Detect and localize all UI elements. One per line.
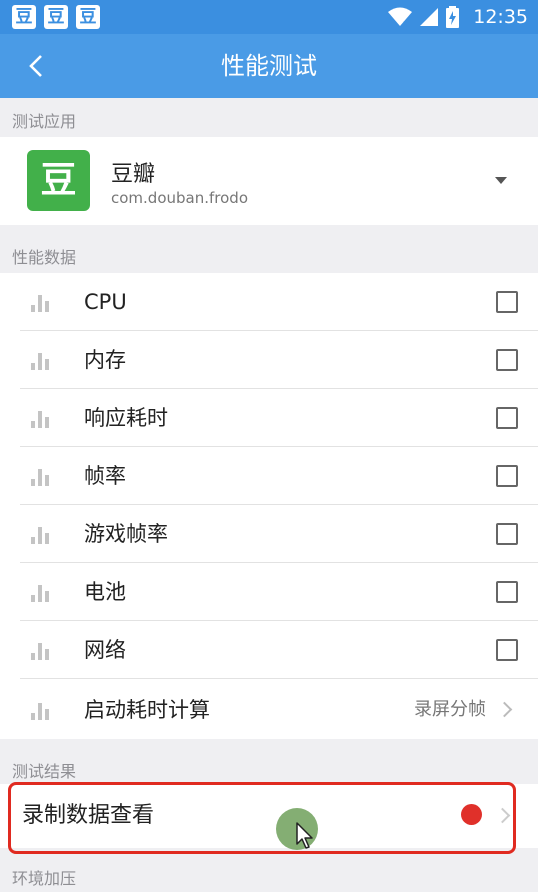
chevron-left-icon: [29, 55, 42, 77]
divider: [20, 678, 538, 679]
app-package: com.douban.frodo: [111, 189, 248, 207]
svg-text:x: x: [403, 19, 408, 27]
startup-value: 录屏分帧: [414, 699, 486, 720]
section-label-env-pressure: 环境加压: [12, 869, 77, 888]
douban-app-icon: 豆: [27, 150, 90, 211]
douban-notification-icon: 豆: [44, 5, 68, 29]
wifi-icon: x: [388, 7, 413, 27]
triangle-down-icon[interactable]: [495, 177, 507, 184]
metric-label: 内存: [84, 348, 126, 372]
metric-checkbox[interactable]: [496, 407, 518, 429]
highlight-box: [8, 782, 516, 854]
metric-label: 游戏帧率: [84, 522, 168, 546]
section-label-performance-data: 性能数据: [12, 248, 77, 267]
section-label-test-app: 测试应用: [12, 112, 77, 131]
metric-row-response-time[interactable]: 响应耗时: [0, 389, 538, 447]
back-button[interactable]: [14, 46, 58, 86]
douban-notification-icon: 豆: [76, 5, 100, 29]
bar-chart-icon: [31, 702, 53, 720]
metric-label: 帧率: [84, 464, 126, 488]
page-title: 性能测试: [221, 52, 317, 80]
metric-label: CPU: [84, 290, 127, 314]
app-name: 豆瓣: [111, 162, 156, 187]
status-bar: 豆 豆 豆 x 12:35: [0, 0, 538, 34]
metric-checkbox[interactable]: [496, 581, 518, 603]
bar-chart-icon: [31, 410, 53, 428]
chevron-right-icon: [496, 701, 513, 718]
metric-row-frame-rate[interactable]: 帧率: [0, 447, 538, 505]
metric-label: 响应耗时: [84, 406, 168, 430]
battery-charging-icon: [446, 6, 460, 28]
app-bar: 性能测试: [0, 34, 538, 98]
metric-row-battery[interactable]: 电池: [0, 563, 538, 621]
metric-row-game-frame-rate[interactable]: 游戏帧率: [0, 505, 538, 563]
metric-row-network[interactable]: 网络: [0, 621, 538, 679]
mouse-cursor-icon: [296, 822, 313, 849]
metric-label: 电池: [84, 580, 126, 604]
metric-checkbox[interactable]: [496, 291, 518, 313]
metric-label: 网络: [84, 638, 126, 662]
metric-row-cpu[interactable]: CPU: [0, 273, 538, 331]
bar-chart-icon: [31, 468, 53, 486]
bar-chart-icon: [31, 642, 53, 660]
status-time: 12:35: [473, 6, 528, 28]
metric-row-startup-time[interactable]: 启动耗时计算 录屏分帧: [0, 681, 538, 739]
signal-icon: [420, 8, 439, 26]
bar-chart-icon: [31, 584, 53, 602]
bar-chart-icon: [31, 294, 53, 312]
metric-row-memory[interactable]: 内存: [0, 331, 538, 389]
metric-checkbox[interactable]: [496, 523, 518, 545]
metric-checkbox[interactable]: [496, 639, 518, 661]
metric-checkbox[interactable]: [496, 465, 518, 487]
metric-label: 启动耗时计算: [84, 698, 210, 722]
douban-notification-icon: 豆: [12, 5, 36, 29]
metric-checkbox[interactable]: [496, 349, 518, 371]
bar-chart-icon: [31, 352, 53, 370]
section-label-test-results: 测试结果: [12, 762, 77, 781]
bar-chart-icon: [31, 526, 53, 544]
